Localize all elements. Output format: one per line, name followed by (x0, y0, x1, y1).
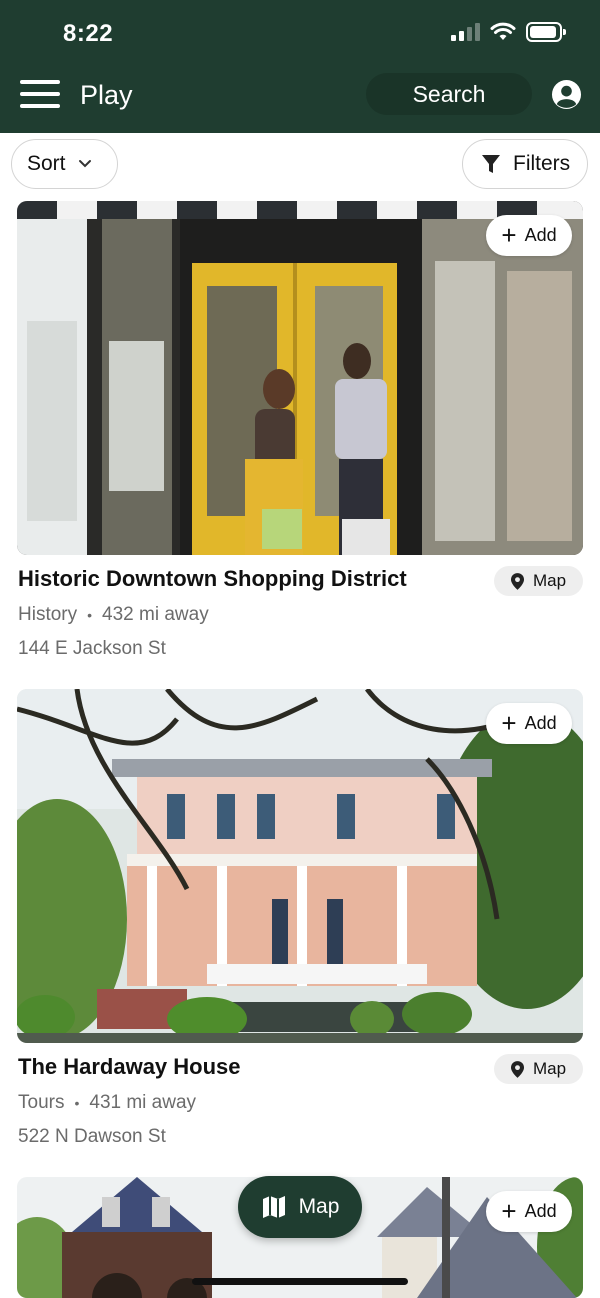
sort-button[interactable]: Sort (11, 139, 118, 189)
add-button[interactable]: + Add (486, 703, 572, 744)
battery-icon (526, 22, 566, 42)
list-item[interactable]: + Add Historic Downtown Shopping Distric… (17, 201, 583, 659)
map-chip-label: Map (532, 1059, 567, 1078)
search-button[interactable]: Search (366, 73, 532, 115)
map-chip-label: Map (532, 571, 567, 590)
card-meta: Tours • 431 mi away (18, 1092, 196, 1114)
plus-icon: + (501, 707, 517, 738)
add-label: Add (524, 225, 557, 245)
status-time: 8:22 (63, 20, 114, 47)
filter-icon (482, 155, 500, 173)
map-view-button[interactable]: Map (238, 1176, 362, 1238)
add-button[interactable]: + Add (486, 215, 572, 256)
map-chip-button[interactable]: Map (494, 1054, 583, 1084)
card-distance: 431 mi away (89, 1092, 197, 1113)
wifi-icon (490, 22, 516, 40)
page-title: Play (80, 80, 133, 110)
chevron-down-icon (78, 160, 91, 168)
location-pin-icon (510, 572, 524, 590)
filters-label: Filters (513, 152, 571, 175)
list-controls: Sort Filters (0, 133, 600, 199)
home-indicator[interactable] (192, 1278, 408, 1285)
map-chip-button[interactable]: Map (494, 566, 583, 596)
card-title[interactable]: The Hardaway House (18, 1054, 241, 1080)
menu-button[interactable] (20, 80, 60, 110)
plus-icon: + (501, 219, 517, 250)
list-item[interactable]: + Add The Hardaway House Map Tours • 431… (17, 689, 583, 1147)
sort-label: Sort (27, 152, 66, 175)
status-icons (451, 22, 566, 42)
profile-icon[interactable] (551, 79, 582, 110)
add-label: Add (524, 1201, 557, 1221)
card-distance: 432 mi away (102, 604, 209, 625)
card-address: 144 E Jackson St (18, 638, 166, 659)
filters-button[interactable]: Filters (462, 139, 588, 189)
card-image[interactable]: + Add (17, 201, 583, 555)
signal-icon (451, 23, 480, 41)
card-title[interactable]: Historic Downtown Shopping District (18, 566, 407, 592)
card-image[interactable]: + Add (17, 689, 583, 1043)
map-view-label: Map (298, 1195, 340, 1218)
plus-icon: + (501, 1195, 517, 1226)
card-category: Tours (18, 1092, 65, 1113)
add-button[interactable]: + Add (486, 1191, 572, 1232)
card-address: 522 N Dawson St (18, 1126, 166, 1147)
separator-dot: • (74, 1095, 80, 1111)
map-icon (262, 1196, 285, 1218)
add-label: Add (524, 713, 557, 733)
card-meta: History • 432 mi away (18, 604, 209, 626)
location-pin-icon (510, 1060, 524, 1078)
separator-dot: • (87, 607, 93, 623)
app-header: 8:22 Play Search (0, 0, 600, 133)
card-category: History (18, 604, 78, 625)
